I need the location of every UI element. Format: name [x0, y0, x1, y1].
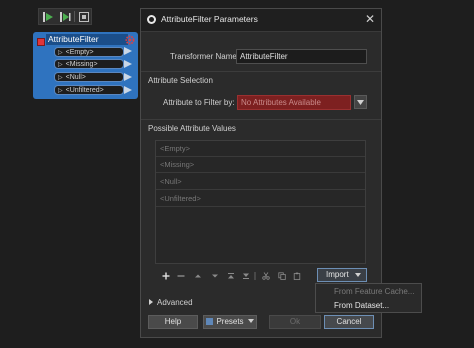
port-label: <Empty> — [65, 49, 94, 56]
move-up-icon[interactable] — [193, 271, 203, 281]
toolbar-separator — [253, 271, 257, 281]
app-logo-icon — [147, 15, 156, 24]
values-list[interactable]: <Empty> <Missing> <Null> <Unfiltered> — [155, 140, 366, 264]
move-down-icon[interactable] — [210, 271, 220, 281]
filter-by-label: Attribute to Filter by: — [163, 98, 235, 107]
gear-icon[interactable] — [125, 35, 135, 45]
run-to-this-icon[interactable] — [57, 10, 71, 23]
remove-row-icon[interactable] — [176, 271, 186, 281]
output-arrow-icon[interactable] — [124, 47, 132, 55]
attributefilter-node[interactable]: AttributeFilter ▷ <Empty> ▷ <Missing> ▷ <Nu… — [33, 32, 138, 99]
ok-button[interactable]: Ok — [269, 315, 321, 329]
presets-icon — [206, 318, 214, 325]
attribute-selection-header: Attribute Selection — [148, 76, 213, 85]
chevron-down-icon — [355, 273, 361, 277]
transformer-name-input[interactable]: AttributeFilter — [236, 49, 367, 64]
import-label: Import — [326, 270, 349, 279]
advanced-section-toggle[interactable]: Advanced — [149, 298, 193, 307]
canvas-toolbar — [38, 8, 92, 25]
port-label: <Null> — [65, 74, 86, 81]
move-bottom-icon[interactable] — [241, 271, 251, 281]
list-item[interactable]: <Null> — [156, 174, 365, 190]
output-port-missing[interactable]: ▷ <Missing> — [54, 59, 124, 69]
divider — [141, 71, 381, 72]
transformer-name-label: Transformer Name: — [170, 52, 240, 61]
chevron-down-icon — [247, 319, 254, 323]
presets-button[interactable]: Presets — [203, 315, 257, 329]
run-icon[interactable] — [41, 10, 55, 23]
output-arrow-icon[interactable] — [124, 86, 132, 94]
attribute-dropdown-button[interactable] — [354, 95, 367, 109]
chevron-down-icon — [357, 99, 364, 105]
help-button[interactable]: Help — [148, 315, 198, 329]
output-port-empty[interactable]: ▷ <Empty> — [54, 47, 124, 57]
dialog-title: AttributeFilter Parameters — [161, 14, 258, 24]
advanced-label: Advanced — [157, 298, 193, 307]
input-port-icon[interactable] — [37, 38, 45, 46]
possible-values-header: Possible Attribute Values — [148, 124, 236, 133]
paste-icon[interactable] — [292, 271, 302, 281]
dialog-titlebar: AttributeFilter Parameters ✕ — [141, 9, 381, 32]
menu-item-from-feature-cache[interactable]: From Feature Cache... — [316, 285, 421, 299]
output-arrow-icon[interactable] — [124, 73, 132, 81]
port-label: <Missing> — [65, 61, 98, 68]
import-menu: From Feature Cache... From Dataset... — [315, 283, 422, 313]
close-icon[interactable]: ✕ — [365, 12, 375, 26]
copy-icon[interactable] — [277, 271, 287, 281]
cut-icon[interactable] — [261, 271, 271, 281]
list-item[interactable]: <Missing> — [156, 157, 365, 173]
list-item[interactable]: <Unfiltered> — [156, 191, 365, 207]
output-port-unfiltered[interactable]: ▷ <Unfiltered> — [54, 85, 124, 95]
toolbar-separator — [73, 11, 75, 22]
divider — [141, 119, 381, 120]
cancel-button[interactable]: Cancel — [324, 315, 374, 329]
port-label: <Unfiltered> — [65, 87, 104, 94]
import-button[interactable]: Import — [317, 268, 367, 282]
list-item[interactable]: <Empty> — [156, 141, 365, 157]
output-arrow-icon[interactable] — [124, 60, 132, 68]
inspect-icon[interactable] — [77, 10, 91, 23]
node-title: AttributeFilter — [46, 34, 128, 45]
add-row-icon[interactable] — [161, 271, 171, 281]
presets-label: Presets — [216, 317, 244, 326]
menu-item-from-dataset[interactable]: From Dataset... — [316, 299, 421, 313]
chevron-right-icon — [149, 299, 153, 305]
move-top-icon[interactable] — [226, 271, 236, 281]
output-port-null[interactable]: ▷ <Null> — [54, 72, 124, 82]
attribute-filter-select[interactable]: No Attributes Available — [237, 95, 351, 110]
